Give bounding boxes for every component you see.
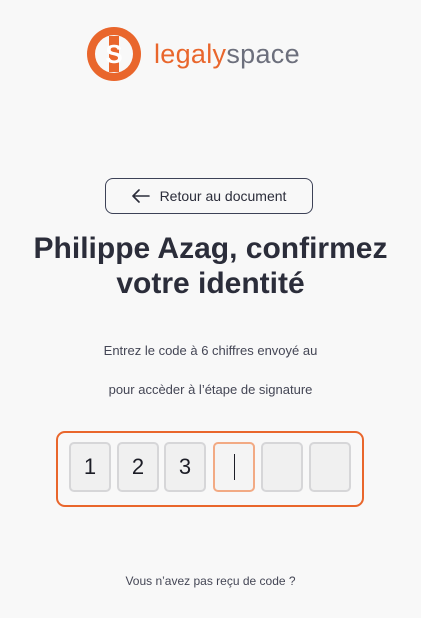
code-digit-input-4[interactable] (213, 442, 255, 492)
instructions-line-2: pour accèder à l’étape de signature (108, 382, 313, 397)
instructions-line-1: Entrez le code à 6 chiffres envoyé au (103, 343, 318, 358)
back-to-document-button[interactable]: Retour au document (105, 178, 313, 214)
resend-code-link[interactable]: Vous n’avez pas reçu de code ? (10, 574, 411, 588)
back-to-document-label: Retour au document (159, 188, 287, 204)
logo-wordmark-space: space (226, 38, 300, 69)
logo-wordmark-legaly: legaly (154, 38, 227, 69)
arrow-left-icon (131, 189, 150, 203)
code-digit-input-1[interactable]: 1 (69, 442, 111, 492)
text-cursor (233, 454, 235, 480)
page-title: Philippe Azag, confirmez votre identité (33, 232, 388, 300)
legalyspace-logo-icon: S (87, 27, 141, 81)
logo: S legalyspace (86, 26, 338, 82)
code-digit-input-5[interactable] (261, 442, 303, 492)
code-digit-input-3[interactable]: 3 (164, 442, 206, 492)
code-digit-input-2[interactable]: 2 (117, 442, 159, 492)
logo-wordmark: legalyspace (154, 38, 300, 69)
code-digit-input-6[interactable] (309, 442, 351, 492)
logo-mark-letter: S (105, 39, 122, 69)
